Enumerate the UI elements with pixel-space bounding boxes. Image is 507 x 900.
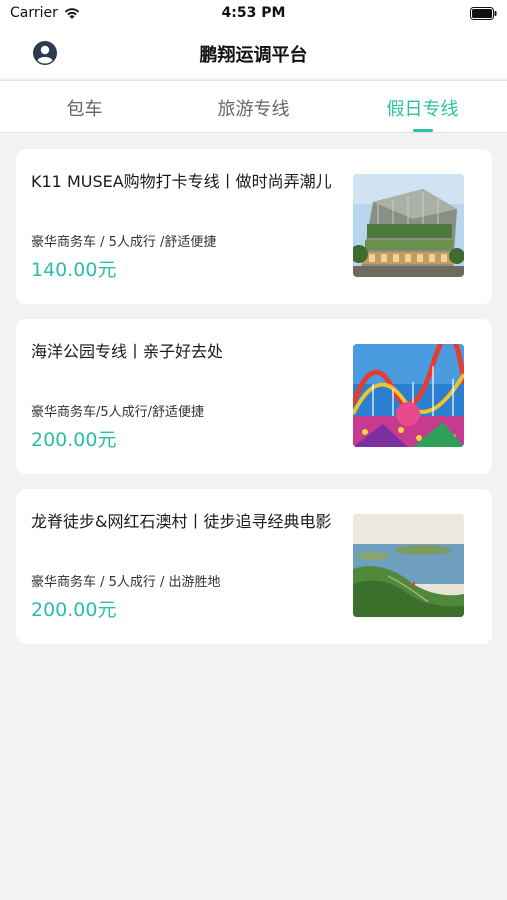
status-bar: Carrier 4:53 PM bbox=[0, 0, 507, 28]
route-title: K11 MUSEA购物打卡专线丨做时尚弄潮儿 bbox=[31, 172, 332, 191]
route-list: K11 MUSEA购物打卡专线丨做时尚弄潮儿 豪华商务车 / 5人成行 /舒适便… bbox=[16, 149, 492, 659]
route-price: 200.00元 bbox=[31, 599, 117, 621]
route-subtitle: 豪华商务车/5人成行/舒适便捷 bbox=[31, 405, 205, 420]
clock: 4:53 PM bbox=[221, 5, 286, 21]
page-title: 鹏翔运调平台 bbox=[199, 45, 308, 66]
tab-bar: 包车 旅游专线 假日专线 bbox=[0, 80, 507, 133]
tab-label: 旅游专线 bbox=[217, 99, 290, 120]
route-title: 龙脊徒步&网红石澳村丨徒步追寻经典电影 bbox=[31, 512, 332, 531]
route-price: 200.00元 bbox=[31, 429, 117, 451]
route-card[interactable]: 海洋公园专线丨亲子好去处 豪华商务车/5人成行/舒适便捷 200.00元 bbox=[16, 319, 492, 474]
battery-icon bbox=[470, 7, 497, 20]
roller-coaster-image bbox=[353, 344, 464, 447]
route-card[interactable]: K11 MUSEA购物打卡专线丨做时尚弄潮儿 豪华商务车 / 5人成行 /舒适便… bbox=[16, 149, 492, 304]
route-card[interactable]: 龙脊徒步&网红石澳村丨徒步追寻经典电影 豪华商务车 / 5人成行 / 出游胜地 … bbox=[16, 489, 492, 644]
tab-label: 假日专线 bbox=[386, 99, 459, 120]
route-subtitle: 豪华商务车 / 5人成行 / 出游胜地 bbox=[31, 575, 221, 590]
tab-charter[interactable]: 包车 bbox=[0, 81, 169, 132]
route-price: 140.00元 bbox=[31, 259, 117, 281]
tab-tour-line[interactable]: 旅游专线 bbox=[169, 81, 338, 132]
nav-bar: 鹏翔运调平台 bbox=[0, 28, 507, 78]
tab-label: 包车 bbox=[66, 99, 103, 120]
active-tab-indicator bbox=[412, 129, 433, 132]
route-title: 海洋公园专线丨亲子好去处 bbox=[31, 342, 224, 361]
mall-building-image bbox=[353, 174, 464, 277]
route-subtitle: 豪华商务车 / 5人成行 /舒适便捷 bbox=[31, 235, 217, 250]
coastal-hiking-image bbox=[353, 514, 464, 617]
tab-holiday-line[interactable]: 假日专线 bbox=[338, 81, 507, 132]
